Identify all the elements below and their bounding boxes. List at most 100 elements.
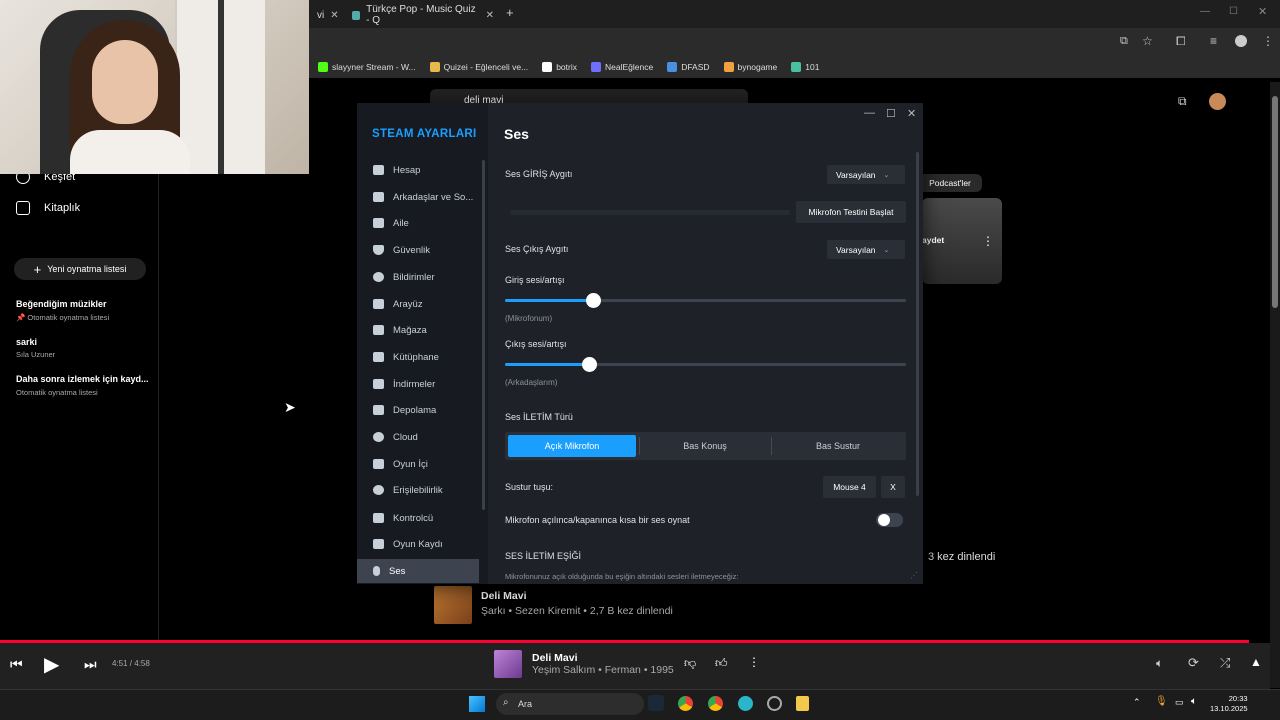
bookmark-item[interactable]: bynogame xyxy=(723,62,777,72)
queue-icon[interactable]: ≡ xyxy=(1210,34,1217,48)
browser-tab-active[interactable]: Türkçe Pop - Music Quiz - Q ✕ xyxy=(344,4,502,26)
more-icon[interactable]: ⋮ xyxy=(748,655,760,669)
steam-nav-label: Hesap xyxy=(393,164,421,176)
player-thumbnail[interactable] xyxy=(494,650,522,678)
clear-key-button[interactable]: X xyxy=(881,476,905,498)
steam-nav-account[interactable]: Hesap xyxy=(364,158,480,182)
steam-nav-cloud[interactable]: Cloud xyxy=(364,425,480,449)
minimize-icon[interactable]: — xyxy=(1200,6,1210,17)
windows-start-icon[interactable] xyxy=(469,696,485,712)
play-count: 3 kez dinlendi xyxy=(928,551,996,563)
chevron-up-icon[interactable]: ⌃ xyxy=(1133,697,1141,708)
maximize-icon[interactable]: ☐ xyxy=(886,107,896,120)
save-button[interactable]: aydet xyxy=(922,235,944,245)
steam-nav-label: Ses xyxy=(389,565,406,577)
output-device-dropdown[interactable]: Varsayılan ⌄ xyxy=(827,240,905,259)
steam-taskbar-icon[interactable] xyxy=(648,695,664,711)
steam-nav-voice[interactable]: Ses xyxy=(357,559,479,583)
volume-tray-icon[interactable]: 🔈︎ xyxy=(1191,696,1197,707)
maximize-icon[interactable]: ☐ xyxy=(1229,6,1238,17)
volume-icon[interactable]: 🔈︎ xyxy=(1156,656,1163,671)
previous-icon[interactable]: ⏮ xyxy=(10,656,23,673)
steam-nav-accessibility[interactable]: Erişilebilirlik xyxy=(364,478,480,502)
chrome-taskbar-icon[interactable] xyxy=(678,696,693,711)
playlist-title[interactable]: Daha sonra izlemek için kayd... xyxy=(16,374,149,384)
network-icon[interactable]: ▭ xyxy=(1175,697,1184,708)
browser-tab[interactable]: vi ✕ xyxy=(309,4,347,26)
taskbar-search[interactable]: ⌕ Ara xyxy=(496,693,644,715)
steam-nav-recording[interactable]: Oyun Kaydı xyxy=(364,532,480,556)
dislike-icon[interactable]: 👎︎ xyxy=(684,656,696,671)
push-to-mute-option[interactable]: Bas Sustur xyxy=(774,435,902,457)
play-icon[interactable]: ▶ xyxy=(44,652,59,677)
new-tab-icon[interactable]: + xyxy=(506,5,514,20)
close-window-icon[interactable]: ✕ xyxy=(1258,5,1267,18)
steam-nav-controller[interactable]: Kontrolcü xyxy=(364,506,480,530)
player-title[interactable]: Deli Mavi xyxy=(532,652,578,664)
chip-podcasts[interactable]: Podcast'ler xyxy=(918,174,982,192)
close-tab-icon[interactable]: ✕ xyxy=(330,10,338,21)
app-taskbar-icon[interactable] xyxy=(796,696,809,711)
next-icon[interactable]: ⏭ xyxy=(84,656,97,673)
steam-nav-storage[interactable]: Depolama xyxy=(364,398,480,422)
mute-key-button[interactable]: Mouse 4 xyxy=(823,476,876,498)
scrollbar-thumb[interactable] xyxy=(1272,96,1278,308)
close-tab-icon[interactable]: ✕ xyxy=(486,10,494,21)
steam-nav-interface[interactable]: Arayüz xyxy=(364,292,480,316)
minimize-icon[interactable]: — xyxy=(864,107,875,119)
bookmark-item[interactable]: NealEğlence xyxy=(590,62,653,72)
chevron-down-icon: ⌄ xyxy=(883,246,890,254)
content-scrollbar[interactable] xyxy=(916,152,919,496)
star-icon[interactable]: ☆ xyxy=(1142,34,1153,48)
steam-nav-ingame[interactable]: Oyun İçi xyxy=(364,452,480,476)
new-playlist-button[interactable]: + Yeni oynatma listesi xyxy=(14,258,146,280)
more-icon[interactable]: ⋮ xyxy=(982,234,994,248)
result-card[interactable]: aydet ⋮ xyxy=(922,198,1002,284)
bookmark-item[interactable]: Quizei - Eğlenceli ve... xyxy=(429,62,528,72)
repeat-icon[interactable]: ⟳ xyxy=(1188,655,1199,671)
mic-test-button[interactable]: Mikrofon Testini Başlat xyxy=(796,201,906,223)
microphone-tray-icon[interactable]: 🎙︎ xyxy=(1155,696,1168,707)
divider xyxy=(639,437,640,455)
steam-nav-notifications[interactable]: Bildirimler xyxy=(364,265,480,289)
page-title: Ses xyxy=(504,126,529,142)
playlist-title[interactable]: Beğendiğim müzikler xyxy=(16,299,107,309)
sidebar-item-library[interactable]: Kitaplık xyxy=(16,201,80,215)
expand-icon[interactable]: ▲ xyxy=(1250,655,1262,669)
shuffle-icon[interactable]: ⤮ xyxy=(1220,655,1230,671)
steam-nav-downloads[interactable]: İndirmeler xyxy=(364,372,480,396)
edge-taskbar-icon[interactable] xyxy=(738,696,753,711)
chrome-profile-taskbar-icon[interactable] xyxy=(708,696,723,711)
nav-scrollbar[interactable] xyxy=(482,160,485,510)
cast-icon[interactable]: ⧉ xyxy=(1120,35,1128,48)
extensions-icon[interactable]: ⧠ xyxy=(1176,34,1186,49)
steam-nav-library[interactable]: Kütüphane xyxy=(364,345,480,369)
bookmark-item[interactable]: DFASD xyxy=(667,62,710,72)
song-title[interactable]: Deli Mavi xyxy=(481,590,527,602)
steam-nav-label: Oyun Kaydı xyxy=(393,538,443,550)
settings-taskbar-icon[interactable] xyxy=(767,696,782,711)
avatar[interactable] xyxy=(1209,93,1226,110)
song-thumbnail[interactable] xyxy=(434,586,472,624)
menu-icon[interactable]: ⋮ xyxy=(1262,34,1274,48)
input-device-dropdown[interactable]: Varsayılan ⌄ xyxy=(827,165,905,184)
open-mic-option[interactable]: Açık Mikrofon xyxy=(508,435,636,457)
bookmark-label: slayyner Stream - W... xyxy=(332,62,416,72)
steam-nav-store[interactable]: Mağaza xyxy=(364,318,480,342)
close-icon[interactable]: ✕ xyxy=(907,107,916,120)
taskbar-clock[interactable]: 20:33 13.10.2025 xyxy=(1210,694,1248,714)
sidebar-item-label: Kitaplık xyxy=(44,202,81,214)
push-to-talk-option[interactable]: Bas Konuş xyxy=(641,435,769,457)
webcam-person xyxy=(92,40,158,124)
steam-nav-security[interactable]: Güvenlik xyxy=(364,238,480,262)
steam-nav-friends[interactable]: Arkadaşlar ve So... xyxy=(364,185,480,209)
bookmark-item[interactable]: slayyner Stream - W... xyxy=(318,62,416,72)
profile-icon[interactable] xyxy=(1235,35,1247,47)
like-icon[interactable]: 👍︎ xyxy=(715,656,728,671)
bookmark-item[interactable]: botrix xyxy=(542,62,577,72)
playlist-title[interactable]: sarki xyxy=(16,337,37,347)
resize-grip-icon[interactable]: ⋰ xyxy=(910,571,918,580)
cast-icon[interactable]: ⧉ xyxy=(1178,94,1187,109)
bookmark-item[interactable]: 101 xyxy=(791,62,819,72)
steam-nav-family[interactable]: Aile xyxy=(364,211,480,235)
